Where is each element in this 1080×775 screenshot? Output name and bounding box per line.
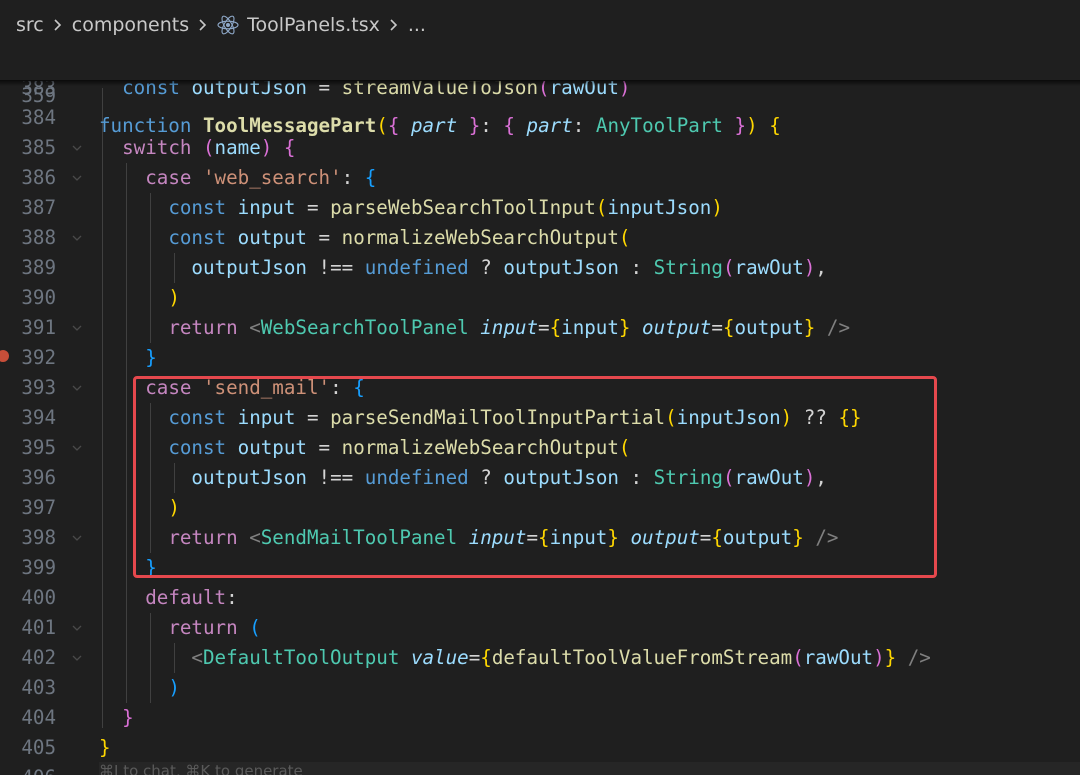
line-number: 389 xyxy=(21,256,56,279)
line-number: 397 xyxy=(21,496,56,519)
code-text: ) xyxy=(168,496,180,519)
code-line[interactable]: 394 const input = parseSendMailToolInput… xyxy=(0,403,1080,433)
chevron-right-icon xyxy=(198,18,208,32)
code-text: default: xyxy=(145,586,238,609)
code-line[interactable]: 392 } xyxy=(0,343,1080,373)
code-line[interactable]: 387 const input = parseWebSearchToolInpu… xyxy=(0,193,1080,223)
code-line[interactable]: 391 return <WebSearchToolPanel input={in… xyxy=(0,313,1080,343)
line-number: 395 xyxy=(21,436,56,459)
line-number: 394 xyxy=(21,406,56,429)
sticky-scroll-line[interactable]: 359 function ToolMessagePart({ part }: {… xyxy=(0,51,1080,137)
code-line[interactable]: 393 case 'send_mail': { xyxy=(0,373,1080,403)
fold-chevron-icon[interactable] xyxy=(70,163,84,193)
code-line[interactable]: 397 ) xyxy=(0,493,1080,523)
code-text: const input = parseWebSearchToolInput(in… xyxy=(168,196,723,219)
code-text: } xyxy=(122,706,134,729)
code-line[interactable]: 399 } xyxy=(0,553,1080,583)
line-number: 387 xyxy=(21,196,56,219)
code-text: const input = parseSendMailToolInputPart… xyxy=(168,406,862,429)
chevron-right-icon xyxy=(53,18,63,32)
line-number: 403 xyxy=(21,676,56,699)
code-text: return <WebSearchToolPanel input={input}… xyxy=(168,316,851,339)
line-number: 393 xyxy=(21,376,56,399)
code-line[interactable]: 398 return <SendMailToolPanel input={inp… xyxy=(0,523,1080,553)
code-text: outputJson !== undefined ? outputJson : … xyxy=(191,256,827,279)
code-line[interactable]: 386 case 'web_search': { xyxy=(0,163,1080,193)
code-line[interactable]: 389 outputJson !== undefined ? outputJso… xyxy=(0,253,1080,283)
breadcrumb-file[interactable]: ToolPanels.tsx xyxy=(247,14,380,36)
fold-chevron-icon[interactable] xyxy=(70,313,84,343)
breadcrumb-components[interactable]: components xyxy=(72,14,189,36)
code-text: return <SendMailToolPanel input={input} … xyxy=(168,526,839,549)
code-text: ) xyxy=(168,676,180,699)
sticky-scroll-shadow xyxy=(0,80,1080,86)
code-text: outputJson !== undefined ? outputJson : … xyxy=(191,466,827,489)
line-number: 405 xyxy=(21,736,56,759)
breadcrumb-src[interactable]: src xyxy=(16,14,44,36)
line-number: 399 xyxy=(21,556,56,579)
fold-chevron-icon[interactable] xyxy=(70,643,84,673)
code-line[interactable]: 400 default: xyxy=(0,583,1080,613)
fold-chevron-icon[interactable] xyxy=(70,613,84,643)
code-line[interactable]: 396 outputJson !== undefined ? outputJso… xyxy=(0,463,1080,493)
fold-chevron-icon[interactable] xyxy=(70,373,84,403)
breadcrumb-symbol[interactable]: ... xyxy=(408,14,426,36)
code-text: case 'web_search': { xyxy=(145,166,377,189)
line-number: 402 xyxy=(21,646,56,669)
line-number: 396 xyxy=(21,466,56,489)
line-number: 404 xyxy=(21,706,56,729)
code-line[interactable]: 405} xyxy=(0,733,1080,763)
code-text: ) xyxy=(168,286,180,309)
line-number: 400 xyxy=(21,586,56,609)
code-line[interactable]: 403 ) xyxy=(0,673,1080,703)
code-line[interactable]: 406 xyxy=(0,763,1080,775)
fold-chevron-icon[interactable] xyxy=(70,133,84,163)
fold-chevron-icon[interactable] xyxy=(70,433,84,463)
code-line[interactable]: 404 } xyxy=(0,703,1080,733)
code-text: const output = normalizeWebSearchOutput( xyxy=(168,436,631,459)
line-number: 388 xyxy=(21,226,56,249)
react-icon xyxy=(217,14,239,36)
code-line[interactable]: 395 const output = normalizeWebSearchOut… xyxy=(0,433,1080,463)
code-text: } xyxy=(99,736,111,759)
code-line[interactable]: 402 <DefaultToolOutput value={defaultToo… xyxy=(0,643,1080,673)
line-number: 391 xyxy=(21,316,56,339)
line-number: 401 xyxy=(21,616,56,639)
code-line[interactable]: 390 ) xyxy=(0,283,1080,313)
fold-chevron-icon[interactable] xyxy=(70,523,84,553)
code-text: const output = normalizeWebSearchOutput( xyxy=(168,226,631,249)
code-text: case 'send_mail': { xyxy=(145,376,365,399)
code-text: } xyxy=(145,346,157,369)
code-line[interactable]: 388 const output = normalizeWebSearchOut… xyxy=(0,223,1080,253)
sticky-code: function ToolMessagePart({ part }: { par… xyxy=(99,114,781,137)
code-text: <DefaultToolOutput value={defaultToolVal… xyxy=(191,646,931,669)
line-number: 398 xyxy=(21,526,56,549)
code-text: return ( xyxy=(168,616,261,639)
code-line[interactable]: 401 return ( xyxy=(0,613,1080,643)
line-number: 406 xyxy=(0,763,56,775)
chevron-right-icon xyxy=(389,18,399,32)
line-number: 390 xyxy=(21,286,56,309)
code-text: } xyxy=(145,556,157,579)
code-editor[interactable]: src components ToolPanels.tsx ... const … xyxy=(0,0,1080,775)
fold-chevron-icon[interactable] xyxy=(70,223,84,253)
breadcrumb: src components ToolPanels.tsx ... xyxy=(0,0,1080,50)
